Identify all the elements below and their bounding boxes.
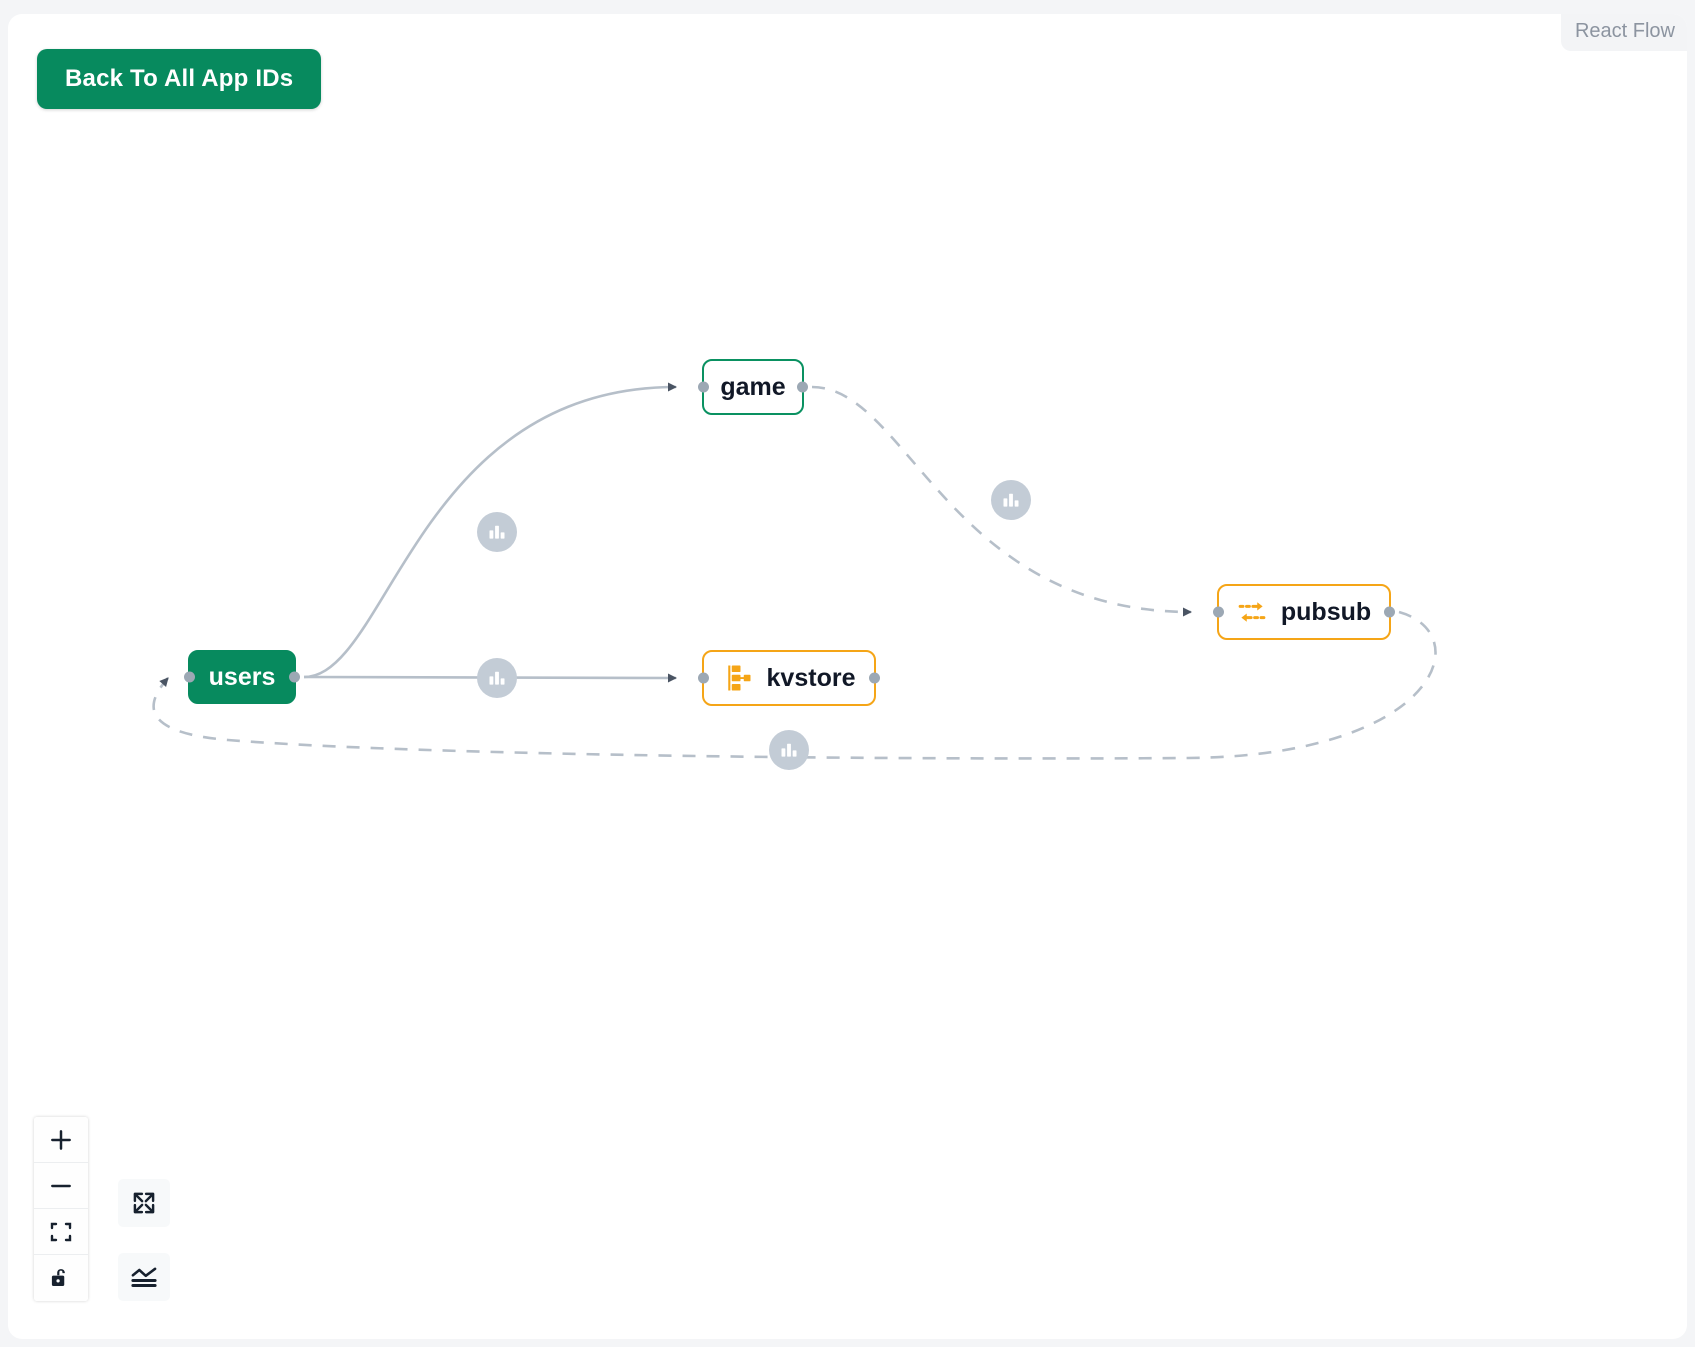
node-game[interactable]: game xyxy=(698,359,808,415)
node-label: kvstore xyxy=(766,663,856,692)
control-fit-view-button[interactable] xyxy=(34,1209,88,1255)
handle-right-kvstore[interactable] xyxy=(869,672,880,684)
edge-metrics-badge-users-game[interactable] xyxy=(477,512,517,552)
control-zoom-out-button[interactable] xyxy=(34,1163,88,1209)
control-zoom-in-button[interactable] xyxy=(34,1117,88,1163)
edge-metrics-badge-game-pubsub[interactable] xyxy=(991,480,1031,520)
node-kvstore[interactable]: kvstore xyxy=(698,650,880,706)
bar-chart-icon xyxy=(1001,490,1021,510)
sitemap-icon xyxy=(723,663,753,693)
control-lock-button[interactable] xyxy=(34,1255,88,1301)
expand-arrows-icon xyxy=(130,1189,158,1217)
handle-right-pubsub[interactable] xyxy=(1384,606,1395,618)
minus-icon xyxy=(48,1173,74,1199)
handle-left-game[interactable] xyxy=(698,381,709,393)
handle-left-kvstore[interactable] xyxy=(698,672,709,684)
fit-view-icon xyxy=(49,1220,73,1244)
handle-left-users[interactable] xyxy=(184,671,195,683)
node-users[interactable]: users xyxy=(184,650,300,704)
flow-canvas[interactable]: users game kvstore pubsub Back To All Ap… xyxy=(8,14,1687,1339)
react-flow-attribution[interactable]: React Flow xyxy=(1560,14,1687,51)
edge-metrics-badge-users-kvstore[interactable] xyxy=(477,658,517,698)
plus-icon xyxy=(48,1127,74,1153)
node-label: pubsub xyxy=(1280,597,1372,626)
handle-right-users[interactable] xyxy=(289,671,300,683)
edge-metrics-badge-pubsub-users[interactable] xyxy=(769,730,809,770)
bar-chart-icon xyxy=(779,740,799,760)
flow-panel-buttons xyxy=(118,1179,170,1301)
node-pubsub[interactable]: pubsub xyxy=(1213,584,1395,640)
unlock-icon xyxy=(48,1265,74,1291)
bar-chart-icon xyxy=(487,522,507,542)
panel-expand-button[interactable] xyxy=(118,1179,170,1227)
node-label: game xyxy=(720,372,786,401)
panel-layers-button[interactable] xyxy=(118,1253,170,1301)
exchange-icon xyxy=(1237,597,1267,627)
handle-right-game[interactable] xyxy=(797,381,808,393)
bar-chart-icon xyxy=(487,668,507,688)
app-root: users game kvstore pubsub Back To All Ap… xyxy=(0,0,1695,1347)
flow-controls xyxy=(34,1117,88,1301)
back-to-all-app-ids-button[interactable]: Back To All App IDs xyxy=(37,49,322,109)
node-label: users xyxy=(208,662,276,691)
stacked-chart-icon xyxy=(130,1263,158,1291)
handle-left-pubsub[interactable] xyxy=(1213,606,1224,618)
